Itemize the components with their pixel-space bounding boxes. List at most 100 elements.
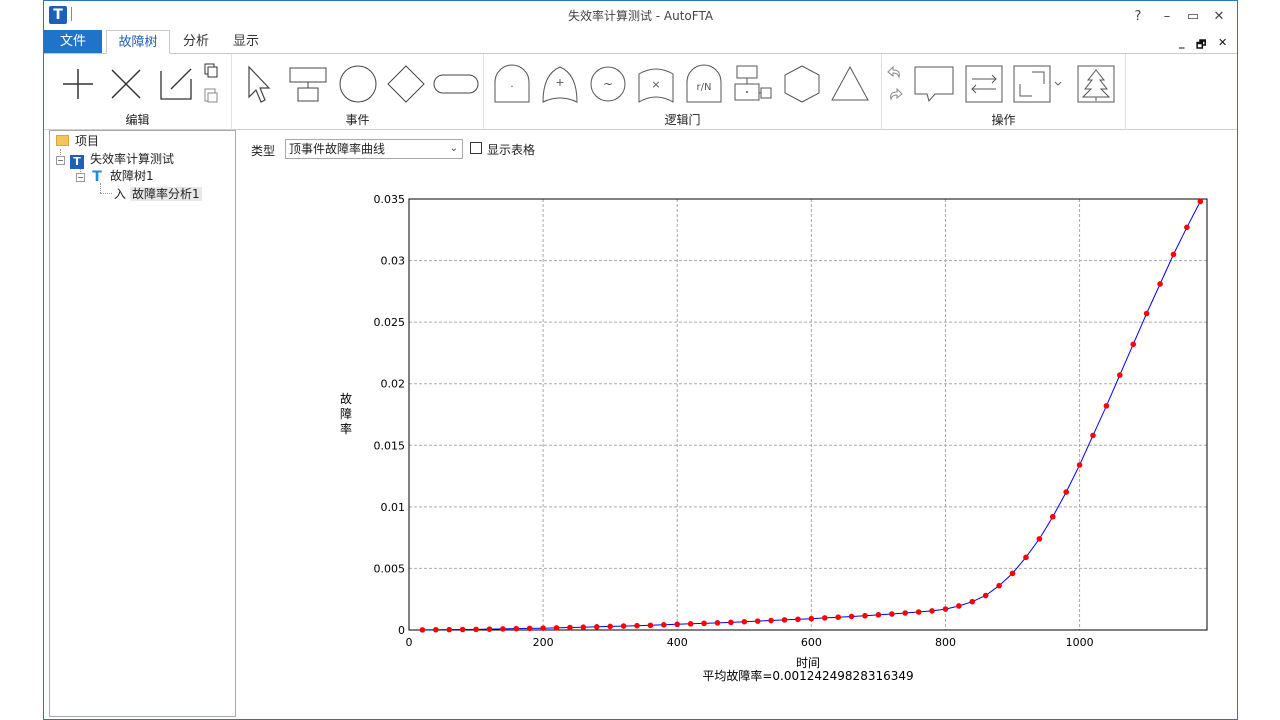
rectangle-event-icon	[289, 67, 327, 102]
data-point	[889, 611, 895, 617]
chevron-down-icon	[1054, 81, 1062, 86]
data-point	[982, 592, 989, 599]
copy-icon	[204, 63, 218, 78]
tab-analysis[interactable]: 分析	[176, 30, 216, 54]
tree-item-analysis[interactable]: 入故障率分析1	[114, 186, 202, 203]
data-point	[929, 608, 935, 614]
tree-item-fault-tree[interactable]: − T 故障树1	[76, 168, 156, 185]
redo-icon	[890, 88, 903, 101]
maximize-button[interactable]: ▭	[1184, 8, 1202, 26]
plus-icon	[63, 69, 93, 99]
data-point	[741, 618, 748, 625]
data-point	[848, 613, 855, 620]
triangle-transfer-button[interactable]	[828, 62, 872, 106]
title-bar: T 失效率计算测试 - AutoFTA ? – ▭ ✕	[44, 1, 1237, 29]
inhibit-gate-label: ×	[651, 78, 660, 91]
circle-event-icon	[339, 65, 377, 103]
and-gate-button[interactable]: ·	[490, 62, 534, 106]
tab-display[interactable]: 显示	[226, 30, 266, 54]
tree-item-label: 项目	[75, 134, 100, 148]
inhibit-gate-button[interactable]: ×	[634, 62, 678, 106]
analysis-icon: 入	[114, 187, 127, 201]
data-point	[701, 620, 707, 627]
intermediate-event-button[interactable]	[286, 62, 330, 106]
average-failure-rate: 平均故障率=0.00124249828316349	[702, 668, 913, 683]
data-point	[754, 618, 761, 624]
y-axis-label-char: 率	[340, 421, 352, 436]
rounded-rect-event-icon	[433, 74, 479, 94]
vote-gate-icon: r/N	[686, 64, 722, 103]
transfer-gate-icon	[734, 65, 772, 101]
gate-group: · + ~ × r/N 逻辑门	[484, 54, 882, 130]
y-tick-label: 0.005	[374, 562, 406, 575]
redo-button[interactable]	[884, 86, 906, 104]
tree-item-project[interactable]: 项目	[56, 133, 101, 150]
data-point	[1076, 462, 1083, 468]
data-point	[1197, 198, 1204, 205]
or-gate-button[interactable]: +	[538, 62, 582, 106]
vote-gate-label: r/N	[697, 82, 712, 93]
triangle-icon	[831, 65, 869, 101]
data-point	[795, 616, 801, 623]
data-point	[1023, 554, 1029, 561]
fit-view-icon	[1013, 65, 1051, 103]
data-point	[1130, 341, 1137, 348]
data-point	[607, 623, 613, 630]
vote-gate-button[interactable]: r/N	[682, 62, 726, 106]
undeveloped-event-button[interactable]	[384, 62, 428, 106]
data-point	[1009, 570, 1016, 577]
data-point	[728, 619, 734, 626]
y-tick-label: 0.03	[381, 255, 406, 268]
edit-button[interactable]	[154, 62, 198, 106]
collapse-icon[interactable]: −	[56, 156, 65, 165]
paste-button[interactable]	[198, 84, 224, 106]
tree-item-test[interactable]: − T 失效率计算测试	[56, 151, 176, 169]
comment-button[interactable]	[912, 62, 956, 106]
conditional-event-button[interactable]	[432, 62, 480, 106]
hexagon-gate-button[interactable]	[780, 62, 824, 106]
help-button[interactable]: ?	[1129, 8, 1147, 26]
analysis-panel: 类型 顶事件故障率曲线 ⌄ 显示表格 0 0.005 0.01 0.015 0.02 0.…	[237, 131, 1237, 719]
mdi-restore-button[interactable]: 🗗	[1196, 36, 1206, 55]
minimize-button[interactable]: –	[1158, 8, 1176, 26]
tab-file[interactable]: 文件	[44, 30, 102, 53]
add-button[interactable]	[56, 62, 100, 106]
transfer-gate-button[interactable]	[730, 62, 774, 106]
data-point	[1184, 224, 1190, 231]
y-axis-label: 故障率	[340, 391, 352, 436]
data-point	[500, 626, 506, 632]
plot-frame	[408, 198, 1208, 631]
xor-gate-button[interactable]: ~	[586, 62, 630, 106]
mdi-minimize-button[interactable]: _	[1179, 36, 1185, 49]
delete-button[interactable]	[104, 62, 148, 106]
mdi-close-button[interactable]: ✕	[1218, 36, 1227, 49]
data-point	[1049, 513, 1056, 520]
tree-connector	[100, 193, 112, 194]
tab-fault-tree[interactable]: 故障树	[106, 30, 170, 54]
fit-view-button[interactable]	[1010, 62, 1054, 106]
data-point	[687, 621, 694, 627]
tree-layout-button[interactable]	[1074, 62, 1118, 106]
data-point	[915, 609, 922, 615]
copy-button[interactable]	[198, 60, 224, 82]
hexagon-gate-icon	[784, 65, 820, 103]
data-point	[593, 623, 600, 630]
data-point	[714, 620, 721, 626]
event-group-label: 事件	[345, 113, 370, 127]
data-point	[526, 625, 533, 632]
close-button[interactable]: ✕	[1210, 8, 1228, 26]
select-pointer-button[interactable]	[236, 62, 280, 106]
ribbon: 编辑 事件 · + ~ × r/N 逻辑门 操作	[44, 54, 1237, 130]
app-window: T 失效率计算测试 - AutoFTA ? – ▭ ✕ 文件 故障树 分析 显示…	[43, 0, 1238, 720]
undo-button[interactable]	[884, 64, 906, 82]
window-title: 失效率计算测试 - AutoFTA	[567, 9, 714, 23]
y-axis: 0 0.005 0.01 0.015 0.02 0.025 0.03 0.035	[374, 193, 406, 637]
data-point	[419, 627, 426, 633]
fit-view-dropdown[interactable]	[1052, 62, 1064, 106]
basic-event-button[interactable]	[336, 62, 380, 106]
data-point	[513, 625, 520, 632]
y-tick-label: 0	[398, 624, 405, 637]
collapse-icon[interactable]: −	[76, 173, 85, 182]
swap-button[interactable]	[962, 62, 1006, 106]
or-gate-icon: +	[542, 66, 578, 103]
